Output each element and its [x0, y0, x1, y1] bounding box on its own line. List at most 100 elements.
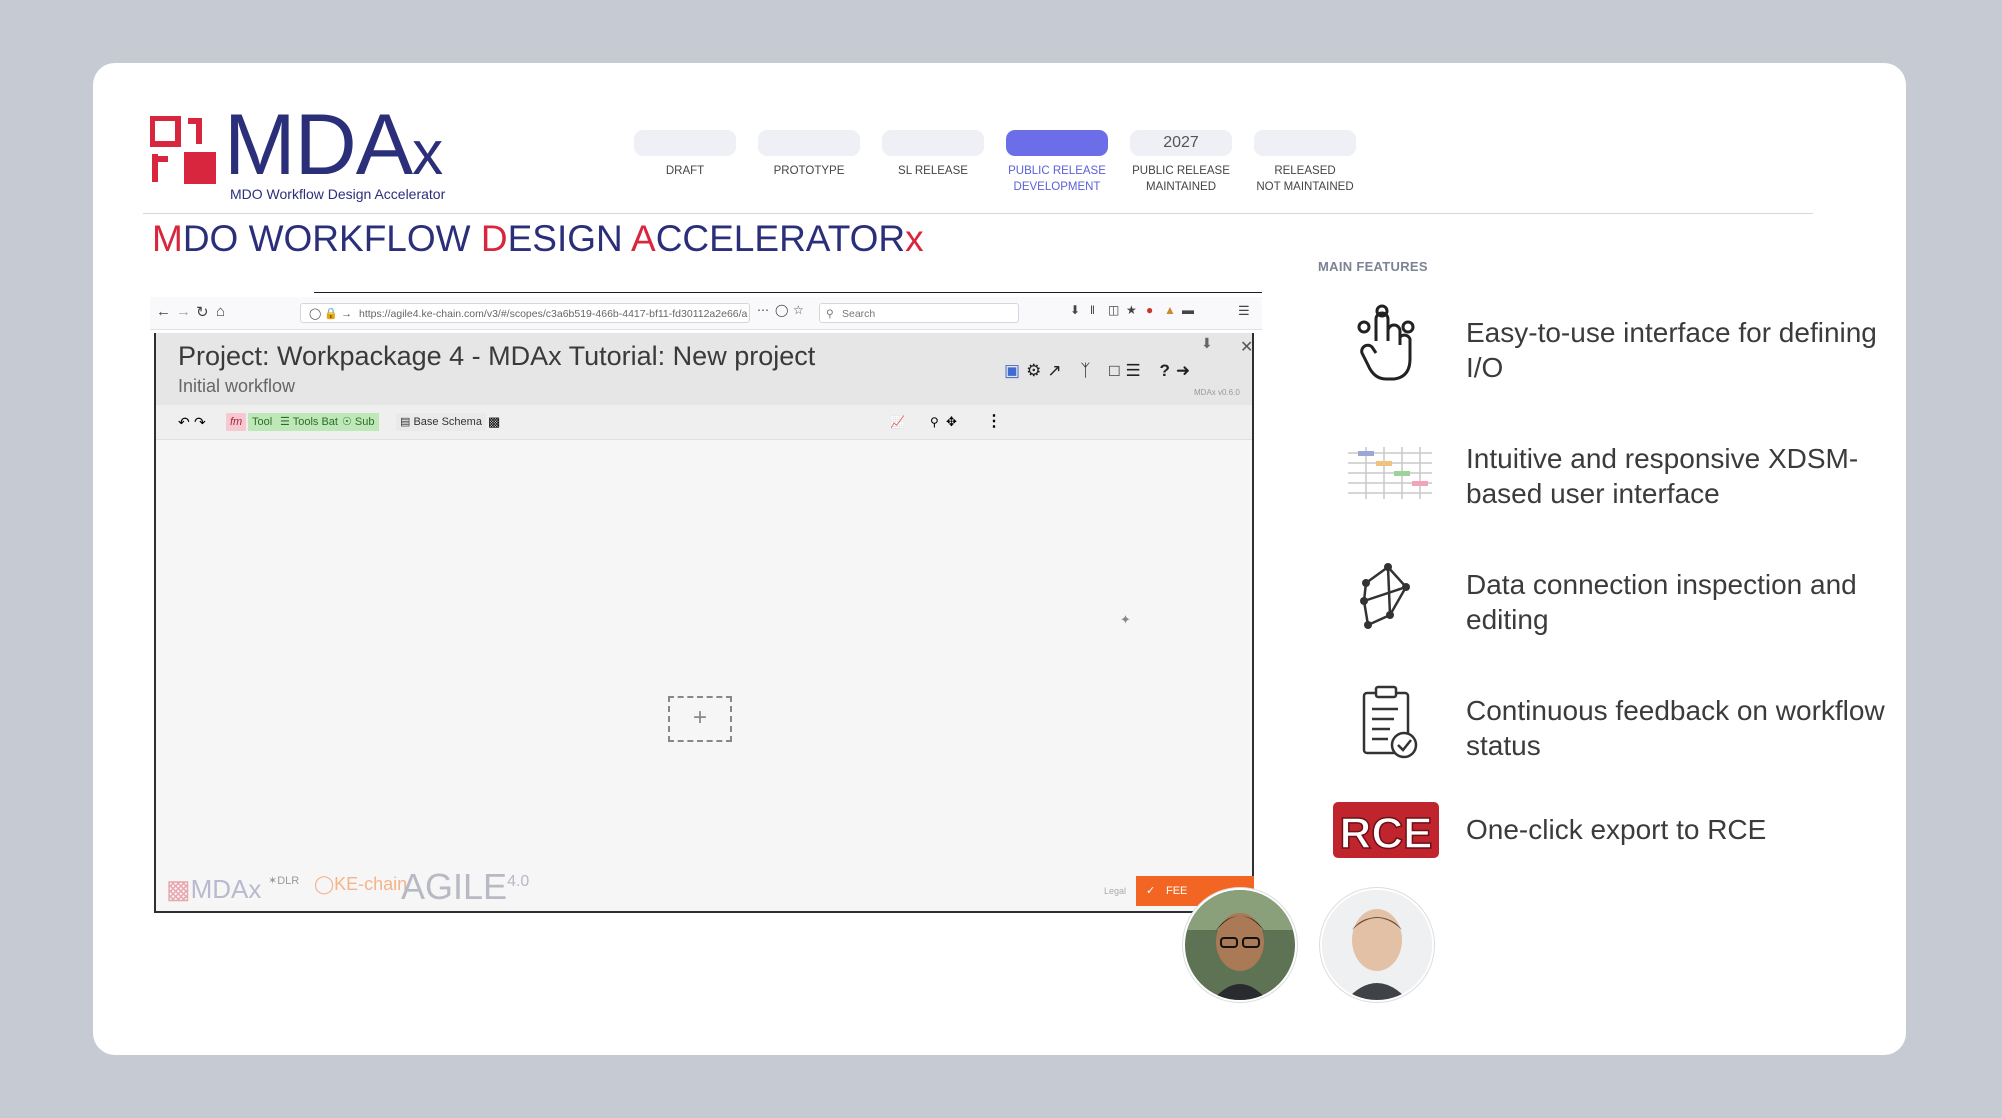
stage-label: PUBLIC RELEASE DEVELOPMENT: [1008, 165, 1106, 193]
shield-lock-icon: ◯ 🔒 →: [309, 308, 353, 320]
logo-squares-icon: [150, 116, 216, 184]
url-text: https://agile4.ke-chain.com/v3/#/scopes/…: [359, 308, 748, 320]
base-schema-button[interactable]: ▤ Base Schema: [396, 413, 486, 431]
addon-icon[interactable]: ●: [1146, 303, 1153, 317]
stage-pill: [634, 130, 736, 156]
stage-pill: [758, 130, 860, 156]
release-stages: DRAFT PROTOTYPE SL RELEASE PUBLIC RELEAS…: [623, 130, 1383, 200]
addon2-icon[interactable]: ▲: [1164, 303, 1176, 317]
feature-item: Intuitive and responsive XDSM-based user…: [1336, 427, 1906, 527]
help-icon[interactable]: ?: [1160, 361, 1170, 380]
app-toolbar: ↶ ↷ fm Tool ☰ Tools Batch ☉ Sub ▤ Base S…: [156, 405, 1252, 440]
footer-agile-logo: AGILE4.0: [401, 866, 530, 907]
workflow-subtitle: Initial workflow: [178, 376, 296, 396]
workflow-canvas[interactable]: ✦ +: [156, 440, 1252, 860]
menu-icon[interactable]: ☰: [1238, 303, 1250, 319]
feature-text: One-click export to RCE: [1466, 814, 1767, 845]
logout-icon[interactable]: ➜: [1176, 361, 1190, 380]
feedback-icon: ✓: [1146, 885, 1156, 897]
more-vertical-icon[interactable]: ⋮: [982, 413, 1006, 431]
svg-text:RCE: RCE: [1340, 809, 1433, 858]
logo-wordmark: MDAx: [224, 97, 443, 193]
settings-gear-icon[interactable]: ⚙: [1026, 361, 1041, 380]
back-icon[interactable]: ←: [156, 303, 171, 320]
slide-card: MDAx MDO Workflow Design Accelerator DRA…: [93, 63, 1906, 1055]
home-icon[interactable]: ⌂: [216, 303, 225, 320]
project-title: Project: Workpackage 4 - MDAx Tutorial: …: [178, 341, 816, 371]
redo-icon[interactable]: ↷: [190, 413, 210, 431]
browser-search[interactable]: ⚲ Search: [819, 303, 1019, 323]
feature-text: Data connection inspection and editing: [1466, 569, 1857, 635]
addon3-icon[interactable]: ▬: [1182, 303, 1194, 317]
crosshair-icon: ✦: [1120, 612, 1131, 627]
header-actions: ▣ ⚙ ↗ ᛉ □ ☰ ? ➜: [1004, 361, 1196, 381]
search-placeholder: Search: [842, 308, 876, 320]
stage-label: PROTOTYPE: [773, 165, 845, 177]
stage-released-not-maintained: RELEASED NOT MAINTAINED: [1243, 130, 1367, 195]
stage-public-release-maintained: 2027 PUBLIC RELEASE MAINTAINED: [1119, 130, 1243, 195]
feature-item: Data connection inspection and editing: [1336, 553, 1906, 653]
stage-draft: DRAFT: [623, 130, 747, 179]
touch-gesture-icon: [1357, 304, 1415, 381]
library-icon[interactable]: ‖: [1090, 303, 1095, 317]
tool-button[interactable]: Tool: [248, 413, 277, 431]
feature-text: Continuous feedback on workflow status: [1466, 695, 1885, 761]
stage-label: RELEASED NOT MAINTAINED: [1256, 165, 1354, 193]
sub-button[interactable]: ☉ Sub: [338, 413, 379, 431]
move-icon[interactable]: ✥: [942, 413, 961, 431]
legal-link[interactable]: Legal: [1104, 886, 1126, 896]
more-icon[interactable]: ⋯: [757, 303, 769, 317]
stage-pill: [1006, 130, 1108, 156]
header-divider: [143, 213, 1813, 214]
sidebar-icon[interactable]: ◫: [1108, 303, 1119, 317]
zoom-icon[interactable]: ⚲: [926, 413, 943, 431]
list-icon[interactable]: ☰: [1126, 361, 1141, 380]
stage-label: SL RELEASE: [898, 165, 968, 177]
stage-sl-release: SL RELEASE: [871, 130, 995, 179]
search-icon: ⚲: [826, 308, 834, 320]
feature-text: Intuitive and responsive XDSM-based user…: [1466, 443, 1859, 509]
stage-pill: 2027: [1130, 130, 1232, 156]
person-photo-icon: [1185, 890, 1295, 1000]
avatar: [1183, 888, 1297, 1002]
document-icon[interactable]: □: [1109, 361, 1119, 380]
save-icon[interactable]: ▣: [1004, 361, 1020, 380]
app-header: Project: Workpackage 4 - MDAx Tutorial: …: [156, 333, 1253, 405]
stage-prototype: PROTOTYPE: [747, 130, 871, 179]
mdax-logo: MDAx MDO Workflow Design Accelerator: [150, 102, 470, 206]
address-bar[interactable]: ◯ 🔒 → https://agile4.ke-chain.com/v3/#/s…: [300, 303, 750, 323]
bookmark-star-icon[interactable]: ☆: [793, 303, 804, 317]
external-link-icon[interactable]: ↗: [1047, 361, 1061, 380]
stage-label: PUBLIC RELEASE MAINTAINED: [1132, 165, 1230, 193]
clipboard-check-icon: [1362, 685, 1418, 759]
reload-icon[interactable]: ↻: [196, 303, 209, 321]
extension-icon[interactable]: ★: [1126, 303, 1137, 317]
download-icon[interactable]: ⬇: [1201, 335, 1213, 352]
app-footer: ▩MDAx ✶DLR ◯KE-chain AGILE4.0 Legal ✓ FEE: [156, 860, 1254, 912]
app-version: MDAx v0.6.0: [1194, 388, 1240, 397]
stage-pill: [882, 130, 984, 156]
feature-item: Easy-to-use interface for defining I/O: [1336, 301, 1906, 401]
footer-dlr-logo: ✶DLR: [268, 875, 300, 887]
avatar: [1320, 888, 1434, 1002]
browser-toolbar: ← → ↻ ⌂ ◯ 🔒 → https://agile4.ke-chain.co…: [150, 297, 1262, 330]
footer-kechain-logo: ◯KE-chain: [314, 874, 408, 894]
stage-label: DRAFT: [665, 165, 705, 177]
layout-icon[interactable]: ▩: [484, 413, 504, 431]
forward-icon[interactable]: →: [176, 303, 191, 320]
rce-logo-icon: RCE: [1333, 802, 1439, 859]
feature-text: Easy-to-use interface for defining I/O: [1466, 317, 1877, 383]
chart-icon[interactable]: 📈: [886, 413, 909, 431]
features-heading: MAIN FEATURES: [1318, 259, 1428, 274]
pocket-icon[interactable]: ◯: [775, 303, 788, 317]
logo-tagline: MDO Workflow Design Accelerator: [230, 186, 446, 202]
feature-item: RCE One-click export to RCE: [1333, 796, 1906, 896]
close-icon[interactable]: ✕: [1240, 337, 1253, 357]
git-branch-icon[interactable]: ᛉ: [1080, 361, 1090, 380]
stage-pill: [1254, 130, 1356, 156]
download-icon[interactable]: ⬇: [1070, 303, 1080, 317]
data-connection-icon: [1360, 563, 1410, 629]
add-node-placeholder[interactable]: +: [668, 696, 732, 742]
fm-button[interactable]: fm: [226, 413, 247, 431]
mdax-app-window: Project: Workpackage 4 - MDAx Tutorial: …: [154, 333, 1254, 913]
